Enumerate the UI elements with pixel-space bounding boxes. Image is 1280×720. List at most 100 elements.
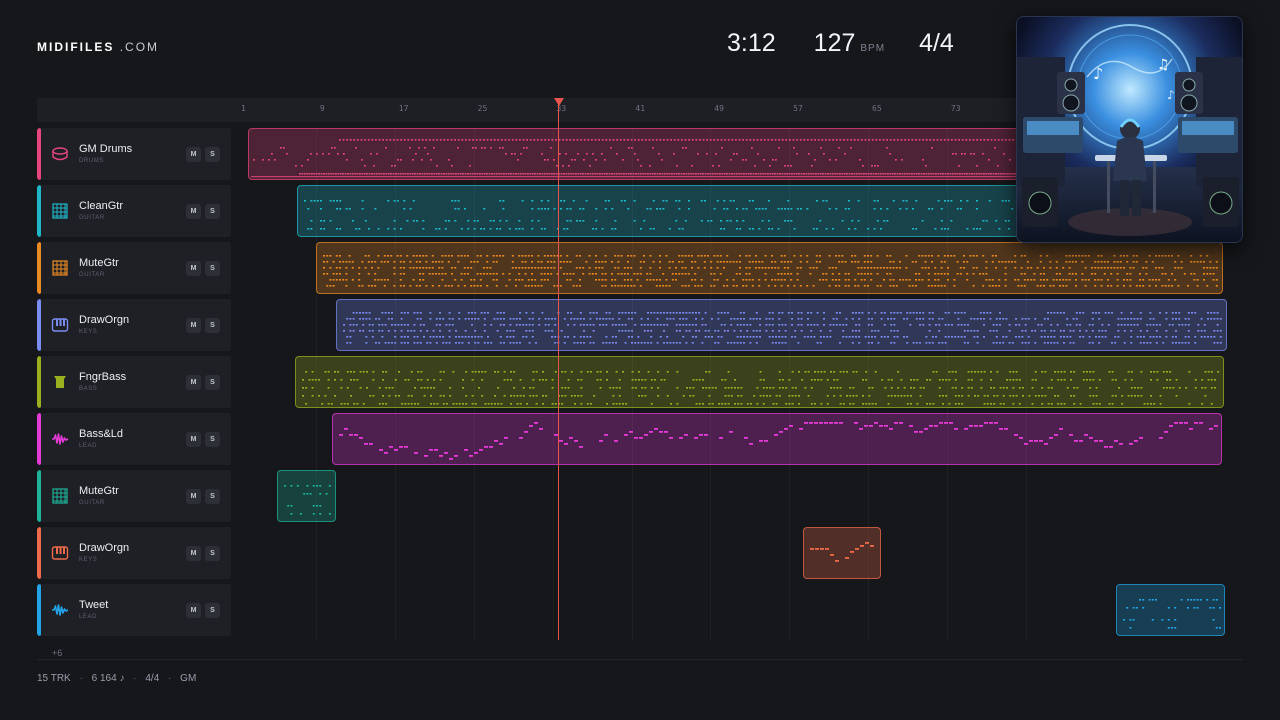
track-name: Tweet [79, 599, 109, 611]
track-header[interactable]: CleanGtr GUITAR M S [37, 185, 231, 237]
track-type: LEAD [79, 614, 98, 620]
mute-button[interactable]: M [186, 204, 201, 219]
track-type: KEYS [79, 329, 98, 335]
midi-region[interactable] [803, 527, 881, 579]
mute-button[interactable]: M [186, 603, 201, 618]
waveform-icon [51, 430, 69, 448]
track-type: KEYS [79, 557, 98, 563]
ruler-tick-label: 41 [635, 104, 646, 113]
midi-region[interactable] [315, 242, 1224, 294]
svg-text:♪: ♪ [1093, 64, 1103, 83]
guitar-fretboard-icon [51, 487, 69, 505]
piano-keys-icon [51, 544, 69, 562]
guitar-fretboard-icon [51, 259, 69, 277]
ruler-tick-label: 9 [319, 104, 325, 113]
brand-logo: MIDIFILES .COM [37, 40, 159, 54]
separator: · [133, 673, 137, 684]
region-notes [810, 542, 875, 562]
footer-stats: 15 TRK · 6 164 ♪ · 4/4 · GM [37, 673, 196, 684]
mute-button[interactable]: M [186, 261, 201, 276]
region-notes [322, 255, 1218, 287]
region-notes [283, 485, 331, 515]
track-type: GUITAR [79, 215, 105, 221]
waveform-icon [51, 601, 69, 619]
tempo-value: 127 [813, 29, 856, 57]
time-signature: 4/4 [919, 29, 954, 57]
track-color-bar [37, 413, 41, 465]
mute-button[interactable]: M [186, 375, 201, 390]
region-notes [302, 371, 1220, 405]
track-header[interactable]: Tweet LEAD M S [37, 584, 231, 636]
track-name: DrawOrgn [79, 542, 130, 554]
solo-button[interactable]: S [205, 546, 220, 561]
ruler-tick-label: 65 [872, 104, 882, 113]
album-art-image: ♪ ♫ ♪ [1016, 16, 1243, 243]
song-time: 3:12 [727, 29, 776, 57]
mute-button[interactable]: M [186, 147, 201, 162]
ruler-tick-label: 49 [714, 104, 724, 113]
mute-button[interactable]: M [186, 432, 201, 447]
track-header[interactable]: DrawOrgn KEYS M S [37, 527, 231, 579]
studio-artwork-icon: ♪ ♫ ♪ [1017, 17, 1242, 242]
ruler-tick-label: 73 [950, 104, 961, 113]
separator: · [168, 673, 172, 684]
transport-display: 3:12 127 BPM 4/4 [727, 29, 954, 58]
track-type: DRUMS [79, 158, 104, 164]
solo-button[interactable]: S [205, 375, 220, 390]
ruler-tick-label: 25 [477, 104, 488, 113]
track-color-bar [37, 242, 41, 294]
separator: · [79, 673, 83, 684]
solo-button[interactable]: S [205, 318, 220, 333]
solo-button[interactable]: S [205, 204, 220, 219]
midi-region[interactable] [295, 356, 1225, 408]
solo-button[interactable]: S [205, 261, 220, 276]
track-type: LEAD [79, 443, 98, 449]
mute-button[interactable]: M [186, 318, 201, 333]
playhead-handle[interactable] [554, 98, 564, 106]
solo-button[interactable]: S [205, 489, 220, 504]
piano-keys-icon [51, 316, 69, 334]
track-name: Bass&Ld [79, 428, 124, 440]
track-header[interactable]: DrawOrgn KEYS M S [37, 299, 231, 351]
track-header[interactable]: GM Drums DRUMS M S [37, 128, 231, 180]
ruler-tick-label: 1 [241, 104, 246, 113]
playhead[interactable] [558, 100, 559, 640]
brand-domain: .COM [119, 40, 160, 54]
tempo-unit: BPM [860, 43, 886, 54]
track-color-bar [37, 470, 41, 522]
midi-region[interactable] [276, 470, 336, 522]
track-header[interactable]: MuteGtr GUITAR M S [37, 242, 231, 294]
track-header[interactable]: MuteGtr GUITAR M S [37, 470, 231, 522]
ruler-tick-label: 57 [793, 104, 803, 113]
track-color-bar [37, 356, 41, 408]
midi-region[interactable] [1115, 584, 1226, 636]
track-color-bar [37, 185, 41, 237]
solo-button[interactable]: S [205, 603, 220, 618]
midi-region[interactable] [297, 185, 1027, 237]
mute-button[interactable]: M [186, 489, 201, 504]
note-count: 6 164 ♪ [91, 673, 125, 684]
track-color-bar [37, 299, 41, 351]
region-notes [304, 200, 1024, 230]
track-list: GM Drums DRUMS M S CleanGtr GUITAR M S M… [37, 128, 231, 641]
midi-standard: GM [180, 673, 197, 684]
track-color-bar [37, 584, 41, 636]
midi-region[interactable] [331, 413, 1223, 465]
footer-time-signature: 4/4 [145, 673, 160, 684]
brand-name: MIDIFILES [37, 40, 115, 54]
track-header[interactable]: FngrBass BASS M S [37, 356, 231, 408]
mute-button[interactable]: M [186, 546, 201, 561]
svg-text:♫: ♫ [1157, 57, 1170, 73]
track-name: FngrBass [79, 371, 127, 383]
footer-divider [37, 659, 1243, 660]
track-color-bar [37, 527, 41, 579]
midi-region[interactable] [247, 128, 1027, 180]
bass-icon [51, 373, 69, 391]
track-header[interactable]: Bass&Ld LEAD M S [37, 413, 231, 465]
track-name: MuteGtr [79, 257, 119, 269]
midi-region[interactable] [335, 299, 1228, 351]
drum-icon [51, 145, 69, 163]
solo-button[interactable]: S [205, 432, 220, 447]
solo-button[interactable]: S [205, 147, 220, 162]
more-tracks-indicator[interactable]: +6 [52, 648, 62, 658]
